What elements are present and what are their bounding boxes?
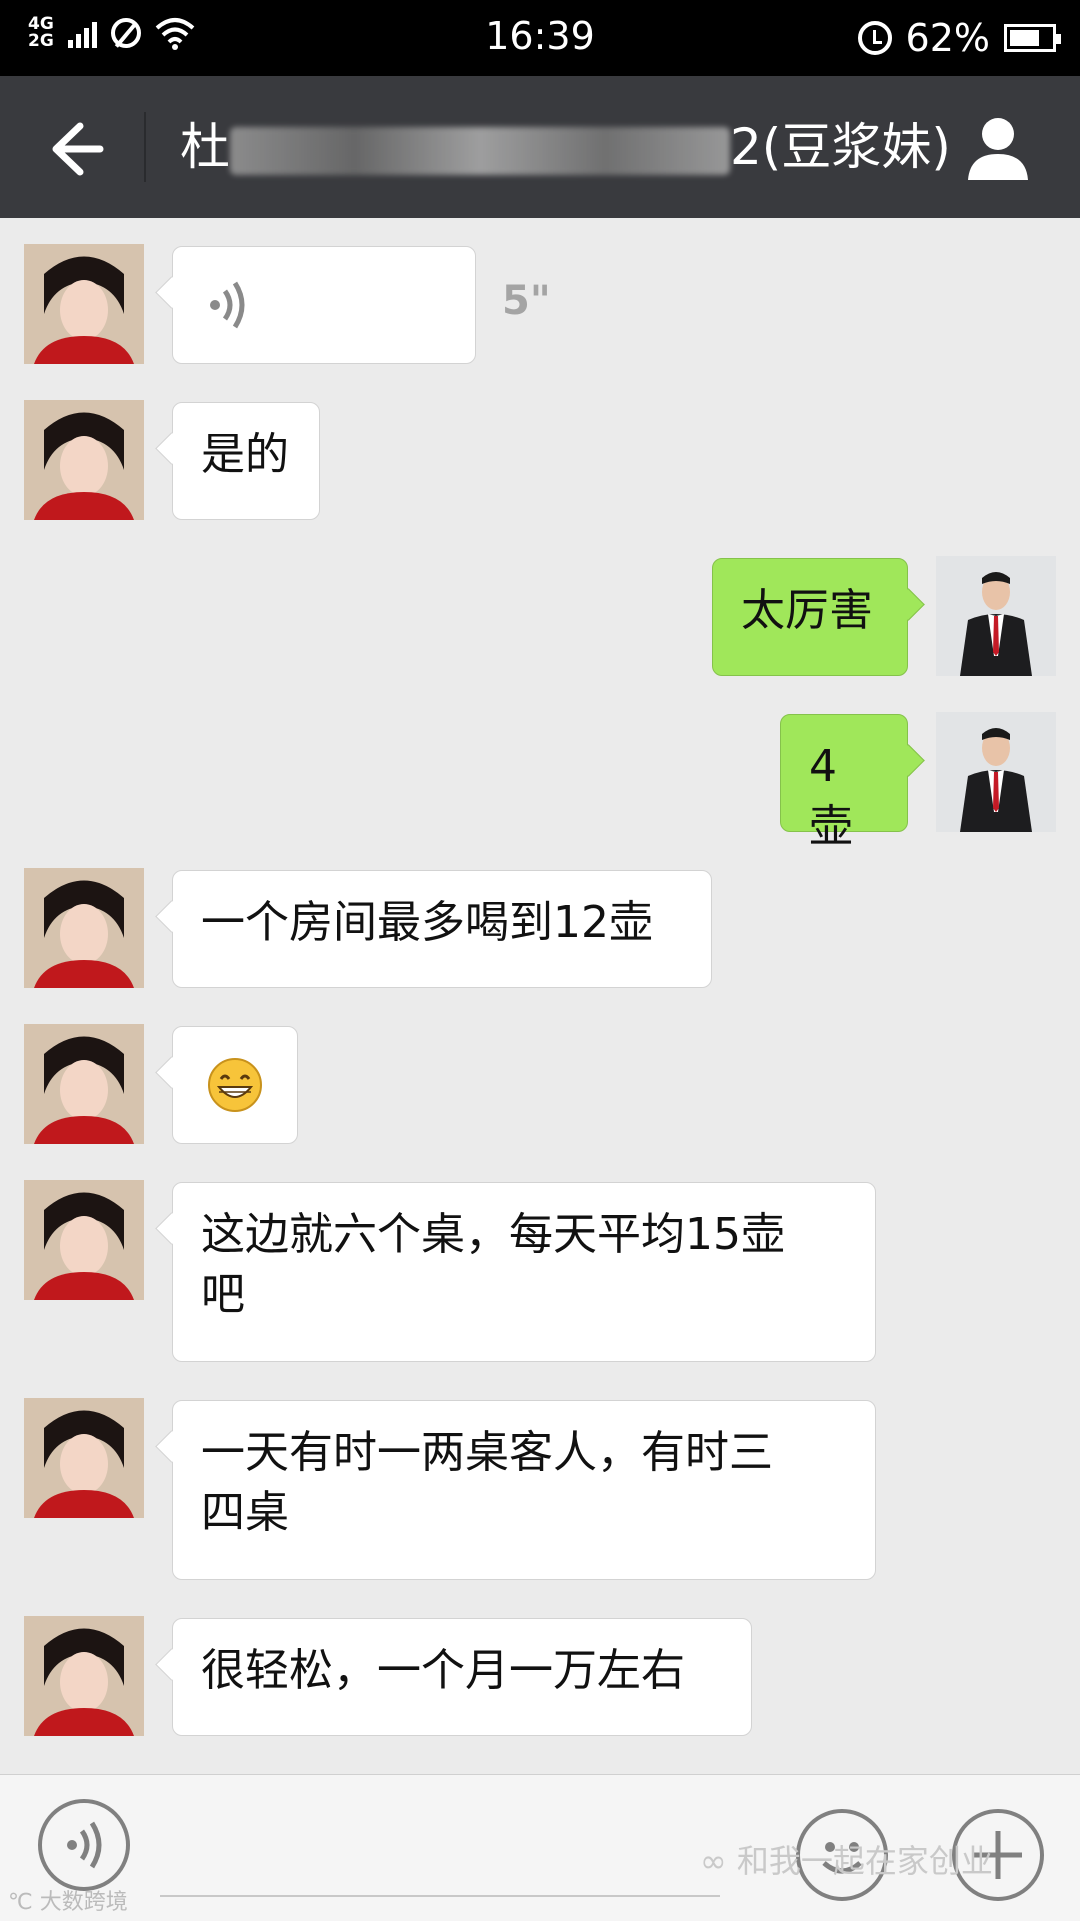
woman-portrait-icon [24, 1180, 144, 1300]
contact-avatar[interactable] [24, 400, 144, 520]
brand-logo-icon: ℃ [8, 1890, 40, 1915]
wechat-logo-icon: ∞ [700, 1842, 737, 1880]
woman-portrait-icon [24, 244, 144, 364]
header-divider [144, 112, 146, 182]
voice-input-button[interactable] [38, 1799, 130, 1891]
man-portrait-icon [936, 556, 1056, 676]
message-bubble[interactable]: 这边就六个桌，每天平均15壶 吧 [172, 1182, 876, 1362]
message-bubble[interactable]: 4壶 [780, 714, 908, 852]
message-bubble[interactable]: 太厉害 [712, 558, 908, 676]
message-bubble[interactable]: 很轻松，一个月一万左右 [172, 1618, 752, 1736]
contact-avatar[interactable] [24, 1616, 144, 1736]
my-avatar[interactable] [936, 712, 1056, 832]
my-avatar[interactable] [936, 556, 1056, 676]
grinning-face-icon [208, 1058, 262, 1112]
woman-portrait-icon [24, 868, 144, 988]
woman-portrait-icon [24, 1024, 144, 1144]
battery-icon [1004, 24, 1061, 52]
source-watermark: ℃ 大数跨境 [8, 1884, 128, 1916]
chat-title-prefix: 杜 [180, 118, 230, 176]
contact-avatar[interactable] [24, 1024, 144, 1144]
voice-icon [67, 1821, 102, 1869]
arrow-left-icon[interactable] [40, 114, 110, 184]
chat-header: 杜 2(豆浆妹) [0, 76, 1080, 218]
status-bar: 4G 2G 16:39 62% [0, 0, 1080, 76]
emoji-bubble[interactable] [172, 1026, 298, 1144]
voice-duration: 5" [502, 278, 551, 324]
wechat-watermark: ∞ 和我一起在家创业 [700, 1836, 993, 1882]
redacted-phone [230, 126, 730, 175]
watermark-text: 和我一起在家创业 [736, 1842, 993, 1880]
message-bubble[interactable]: 一天有时一两桌客人，有时三 四桌 [172, 1400, 876, 1580]
woman-portrait-icon [24, 400, 144, 520]
man-portrait-icon [936, 712, 1056, 832]
voice-bubble[interactable] [172, 246, 476, 364]
voice-icon [210, 281, 245, 329]
contact-avatar[interactable] [24, 1398, 144, 1518]
contact-avatar[interactable] [24, 244, 144, 364]
alarm-icon [857, 21, 892, 55]
contact-avatar[interactable] [24, 1180, 144, 1300]
message-bubble[interactable]: 是的 [172, 402, 320, 520]
chat-title: 杜 2(豆浆妹) [180, 112, 951, 182]
message-bubble[interactable]: 一个房间最多喝到12壶 [172, 870, 712, 988]
chat-title-suffix: 2(豆浆妹) [730, 118, 951, 176]
source-watermark-text: 大数跨境 [39, 1890, 128, 1915]
woman-portrait-icon [24, 1616, 144, 1736]
woman-portrait-icon [24, 1398, 144, 1518]
contact-avatar[interactable] [24, 868, 144, 988]
message-input[interactable] [160, 1895, 720, 1897]
battery-percent: 62% [905, 16, 990, 60]
person-icon[interactable] [966, 114, 1030, 184]
